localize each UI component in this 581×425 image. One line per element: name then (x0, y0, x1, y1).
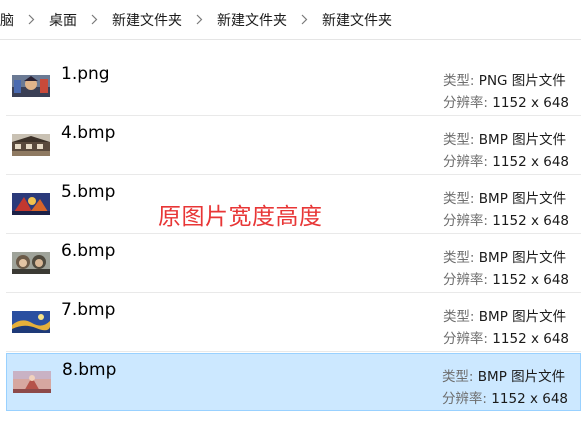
breadcrumb: 脑 桌面 新建文件夹 新建文件夹 新建文件夹 (0, 0, 581, 40)
resolution-label: 分辨率: (442, 154, 488, 170)
breadcrumb-item-computer[interactable]: 脑 (0, 10, 16, 30)
file-details: 类型: BMP 图片文件 分辨率: 1152 x 648 (443, 188, 569, 232)
file-name: 5.bmp (61, 182, 116, 202)
chevron-right-icon[interactable] (28, 14, 35, 25)
resolution-label: 分辨率: (442, 272, 488, 288)
file-resolution: 1152 x 648 (492, 95, 569, 111)
chevron-right-icon[interactable] (301, 14, 308, 25)
image-thumbnail (12, 134, 50, 156)
breadcrumb-item-folder-2[interactable]: 新建文件夹 (215, 10, 289, 30)
resolution-label: 分辨率: (442, 331, 488, 347)
file-name: 8.bmp (62, 360, 117, 380)
resolution-label: 分辨率: (442, 95, 488, 111)
type-label: 类型: (442, 191, 475, 207)
breadcrumb-item-folder-3[interactable]: 新建文件夹 (320, 10, 394, 30)
resolution-label: 分辨率: (442, 213, 488, 229)
file-details: 类型: PNG 图片文件 分辨率: 1152 x 648 (443, 70, 569, 114)
type-label: 类型: (442, 309, 475, 325)
file-type: BMP 图片文件 (478, 250, 567, 266)
file-name: 7.bmp (61, 300, 116, 320)
file-row[interactable]: 7.bmp 类型: BMP 图片文件 分辨率: 1152 x 648 (6, 294, 581, 352)
file-resolution: 1152 x 648 (492, 213, 569, 229)
file-resolution: 1152 x 648 (492, 331, 569, 347)
file-resolution: 1152 x 648 (492, 154, 569, 170)
file-resolution: 1152 x 648 (491, 391, 568, 407)
file-list: 1.png 类型: PNG 图片文件 分辨率: 1152 x 648 4.bmp… (6, 58, 581, 412)
file-row[interactable]: 1.png 类型: PNG 图片文件 分辨率: 1152 x 648 (6, 58, 581, 116)
file-row[interactable]: 6.bmp 类型: BMP 图片文件 分辨率: 1152 x 648 (6, 235, 581, 293)
file-details: 类型: BMP 图片文件 分辨率: 1152 x 648 (443, 247, 569, 291)
file-name: 6.bmp (61, 241, 116, 261)
file-type: BMP 图片文件 (478, 132, 567, 148)
image-thumbnail (12, 193, 50, 215)
file-type: BMP 图片文件 (478, 309, 567, 325)
type-label: 类型: (441, 369, 474, 385)
image-thumbnail (13, 371, 51, 393)
image-thumbnail (12, 252, 50, 274)
type-label: 类型: (442, 250, 475, 266)
image-thumbnail (12, 311, 50, 333)
file-resolution: 1152 x 648 (492, 272, 569, 288)
breadcrumb-item-folder-1[interactable]: 新建文件夹 (110, 10, 184, 30)
file-details: 类型: BMP 图片文件 分辨率: 1152 x 648 (443, 306, 569, 350)
chevron-right-icon[interactable] (91, 14, 98, 25)
image-thumbnail (12, 75, 50, 97)
type-label: 类型: (442, 73, 475, 89)
file-row[interactable]: 4.bmp 类型: BMP 图片文件 分辨率: 1152 x 648 (6, 117, 581, 175)
file-type: BMP 图片文件 (478, 191, 567, 207)
file-name: 1.png (61, 64, 110, 84)
file-type: BMP 图片文件 (477, 369, 566, 385)
resolution-label: 分辨率: (441, 391, 487, 407)
file-name: 4.bmp (61, 123, 116, 143)
type-label: 类型: (442, 132, 475, 148)
file-details: 类型: BMP 图片文件 分辨率: 1152 x 648 (442, 366, 568, 410)
file-details: 类型: BMP 图片文件 分辨率: 1152 x 648 (443, 129, 569, 173)
breadcrumb-item-desktop[interactable]: 桌面 (47, 10, 79, 30)
file-row-selected[interactable]: 8.bmp 类型: BMP 图片文件 分辨率: 1152 x 648 (6, 353, 581, 411)
file-type: PNG 图片文件 (478, 73, 566, 89)
annotation-overlay-text: 原图片宽度高度 (158, 204, 323, 230)
chevron-right-icon[interactable] (196, 14, 203, 25)
